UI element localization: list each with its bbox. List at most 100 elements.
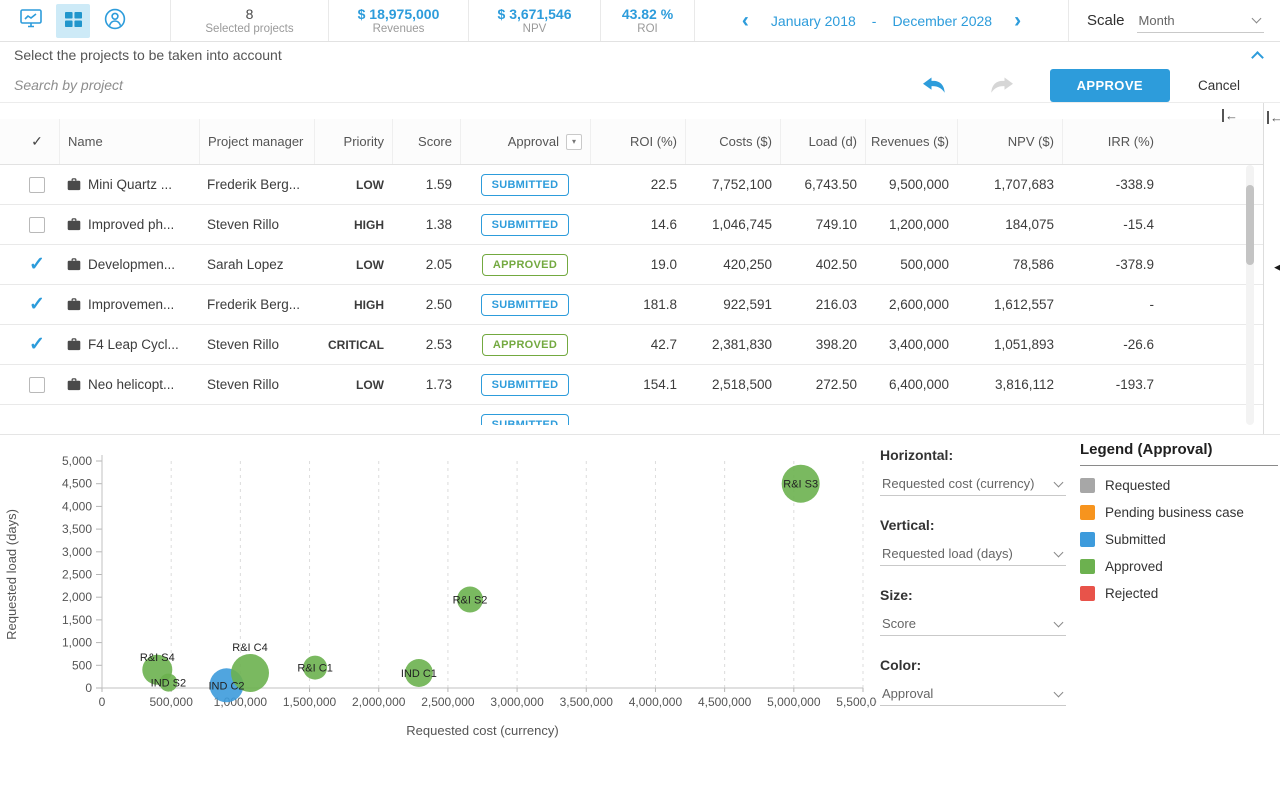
svg-text:4,000: 4,000	[62, 499, 92, 513]
project-name-cell[interactable]: Improvemen...	[59, 297, 199, 312]
bubble-chart[interactable]: 0500,0001,000,0001,500,0002,000,0002,500…	[2, 438, 877, 748]
column-header-approval[interactable]: Approval▾	[460, 119, 590, 164]
approval-badge[interactable]: SUBMITTED	[481, 374, 570, 396]
project-name-cell[interactable]: Improved ph...	[59, 217, 199, 232]
period-separator: -	[872, 13, 877, 29]
project-name-cell[interactable]: F4 Leap Cycl...	[59, 337, 199, 352]
column-header-irr[interactable]: IRR (%)	[1062, 119, 1162, 164]
control-label: Color:	[880, 657, 1066, 673]
row-checked-icon[interactable]: ✓	[29, 255, 45, 274]
column-header-manager[interactable]: Project manager	[199, 119, 314, 164]
project-manager-cell: Steven Rillo	[199, 377, 314, 392]
sort-dropdown-icon[interactable]: ▾	[566, 134, 582, 150]
briefcase-icon	[67, 298, 81, 311]
row-checkbox[interactable]	[29, 217, 45, 233]
user-icon	[104, 8, 126, 33]
legend-items: RequestedPending business caseSubmittedA…	[1080, 478, 1278, 601]
revenues-cell: 1,200,000	[865, 217, 957, 232]
approval-badge[interactable]: APPROVED	[482, 254, 568, 276]
column-header-npv[interactable]: NPV ($)	[957, 119, 1062, 164]
column-header-revenues[interactable]: Revenues ($)	[865, 119, 957, 164]
collapse-columns-icon[interactable]: ←	[1222, 109, 1238, 122]
load-cell: 398.20	[780, 337, 865, 352]
horizontal-axis-select[interactable]: Requested cost (currency)	[880, 472, 1066, 496]
column-header-roi[interactable]: ROI (%)	[590, 119, 685, 164]
color-select[interactable]: Approval	[880, 682, 1066, 706]
table-row[interactable]: Mini Quartz ...Frederik Berg...LOW1.59SU…	[0, 165, 1280, 205]
project-manager-cell: Frederik Berg...	[199, 297, 314, 312]
legend-item: Rejected	[1080, 586, 1278, 601]
chevron-left-icon[interactable]: ‹	[736, 10, 755, 31]
scrollbar-thumb[interactable]	[1246, 185, 1254, 265]
undo-icon[interactable]	[922, 77, 947, 94]
svg-text:3,000: 3,000	[62, 545, 92, 559]
collapse-up-icon[interactable]	[1251, 51, 1264, 64]
briefcase-icon	[67, 258, 81, 271]
row-checkbox[interactable]	[29, 377, 45, 393]
legend-swatch	[1080, 559, 1095, 574]
panel-resize-handle[interactable]: ◀	[1274, 262, 1280, 273]
approval-badge[interactable]: SUBMITTED	[481, 414, 570, 426]
scale-select[interactable]: Month	[1137, 9, 1264, 33]
project-manager-cell: Steven Rillo	[199, 217, 314, 232]
svg-text:2,000,000: 2,000,000	[352, 695, 406, 709]
approval-badge[interactable]: SUBMITTED	[481, 174, 570, 196]
briefcase-icon	[67, 178, 81, 191]
approve-button[interactable]: APPROVE	[1050, 69, 1170, 102]
approval-cell: APPROVED	[460, 334, 590, 356]
row-checked-icon[interactable]: ✓	[29, 295, 45, 314]
svg-text:IND C1: IND C1	[401, 668, 437, 680]
column-header-score[interactable]: Score	[392, 119, 460, 164]
period-from[interactable]: January 2018	[771, 13, 856, 29]
column-header-priority[interactable]: Priority	[314, 119, 392, 164]
approval-cell: SUBMITTED	[460, 214, 590, 236]
toolbar: APPROVE Cancel	[0, 68, 1280, 103]
row-checkbox[interactable]	[29, 177, 45, 193]
resources-view-button[interactable]	[98, 4, 132, 38]
costs-cell: 2,518,500	[685, 377, 780, 392]
chevron-down-icon	[1054, 687, 1064, 697]
approval-badge[interactable]: SUBMITTED	[481, 294, 570, 316]
approval-badge[interactable]: SUBMITTED	[481, 214, 570, 236]
row-checked-icon[interactable]: ✓	[29, 335, 45, 354]
vertical-axis-select[interactable]: Requested load (days)	[880, 542, 1066, 566]
redo-icon[interactable]	[989, 77, 1014, 94]
size-select[interactable]: Score	[880, 612, 1066, 636]
project-name-cell[interactable]: Mini Quartz ...	[59, 177, 199, 192]
stat-roi: 43.82 % ROI	[600, 0, 694, 41]
collapse-panel-icon[interactable]: ←	[1267, 111, 1280, 124]
period-to[interactable]: December 2028	[892, 13, 992, 29]
svg-text:2,500,000: 2,500,000	[421, 695, 475, 709]
svg-text:4,500,000: 4,500,000	[698, 695, 752, 709]
project-name-cell[interactable]: Developmen...	[59, 257, 199, 272]
table-body: Mini Quartz ...Frederik Berg...LOW1.59SU…	[0, 165, 1280, 425]
approval-badge[interactable]: APPROVED	[482, 334, 568, 356]
column-header-costs[interactable]: Costs ($)	[685, 119, 780, 164]
irr-cell: -26.6	[1062, 337, 1162, 352]
column-header-load[interactable]: Load (d)	[780, 119, 865, 164]
table-row[interactable]: Neo helicopt...Steven RilloLOW1.73SUBMIT…	[0, 365, 1280, 405]
table-row-partial[interactable]: SUBMITTED	[0, 405, 1280, 425]
column-header-check[interactable]: ✓	[15, 119, 59, 164]
projects-table: ✓NameProject managerPriorityScoreApprova…	[0, 103, 1280, 425]
table-scrollbar[interactable]	[1246, 165, 1254, 425]
search-input[interactable]	[14, 77, 922, 93]
cancel-button[interactable]: Cancel	[1198, 78, 1240, 93]
roi-cell: 181.8	[590, 297, 685, 312]
table-header: ✓NameProject managerPriorityScoreApprova…	[0, 119, 1280, 165]
project-name-cell[interactable]: Neo helicopt...	[59, 377, 199, 392]
table-row[interactable]: ✓F4 Leap Cycl...Steven RilloCRITICAL2.53…	[0, 325, 1280, 365]
table-row[interactable]: ✓Improvemen...Frederik Berg...HIGH2.50SU…	[0, 285, 1280, 325]
section-title: Select the projects to be taken into acc…	[14, 47, 282, 63]
table-row[interactable]: ✓Developmen...Sarah LopezLOW2.05APPROVED…	[0, 245, 1280, 285]
table-row[interactable]: Improved ph...Steven RilloHIGH1.38SUBMIT…	[0, 205, 1280, 245]
board-view-button[interactable]	[14, 4, 48, 38]
irr-cell: -	[1062, 297, 1162, 312]
column-header-name[interactable]: Name	[59, 119, 199, 164]
npv-cell: 1,707,683	[957, 177, 1062, 192]
portfolio-grid-view-button[interactable]	[56, 4, 90, 38]
select-value: Score	[882, 616, 916, 631]
right-panel-edge: ← ◀	[1263, 103, 1280, 434]
scale-control: Scale Month	[1068, 0, 1280, 41]
chevron-right-icon[interactable]: ›	[1008, 10, 1027, 31]
